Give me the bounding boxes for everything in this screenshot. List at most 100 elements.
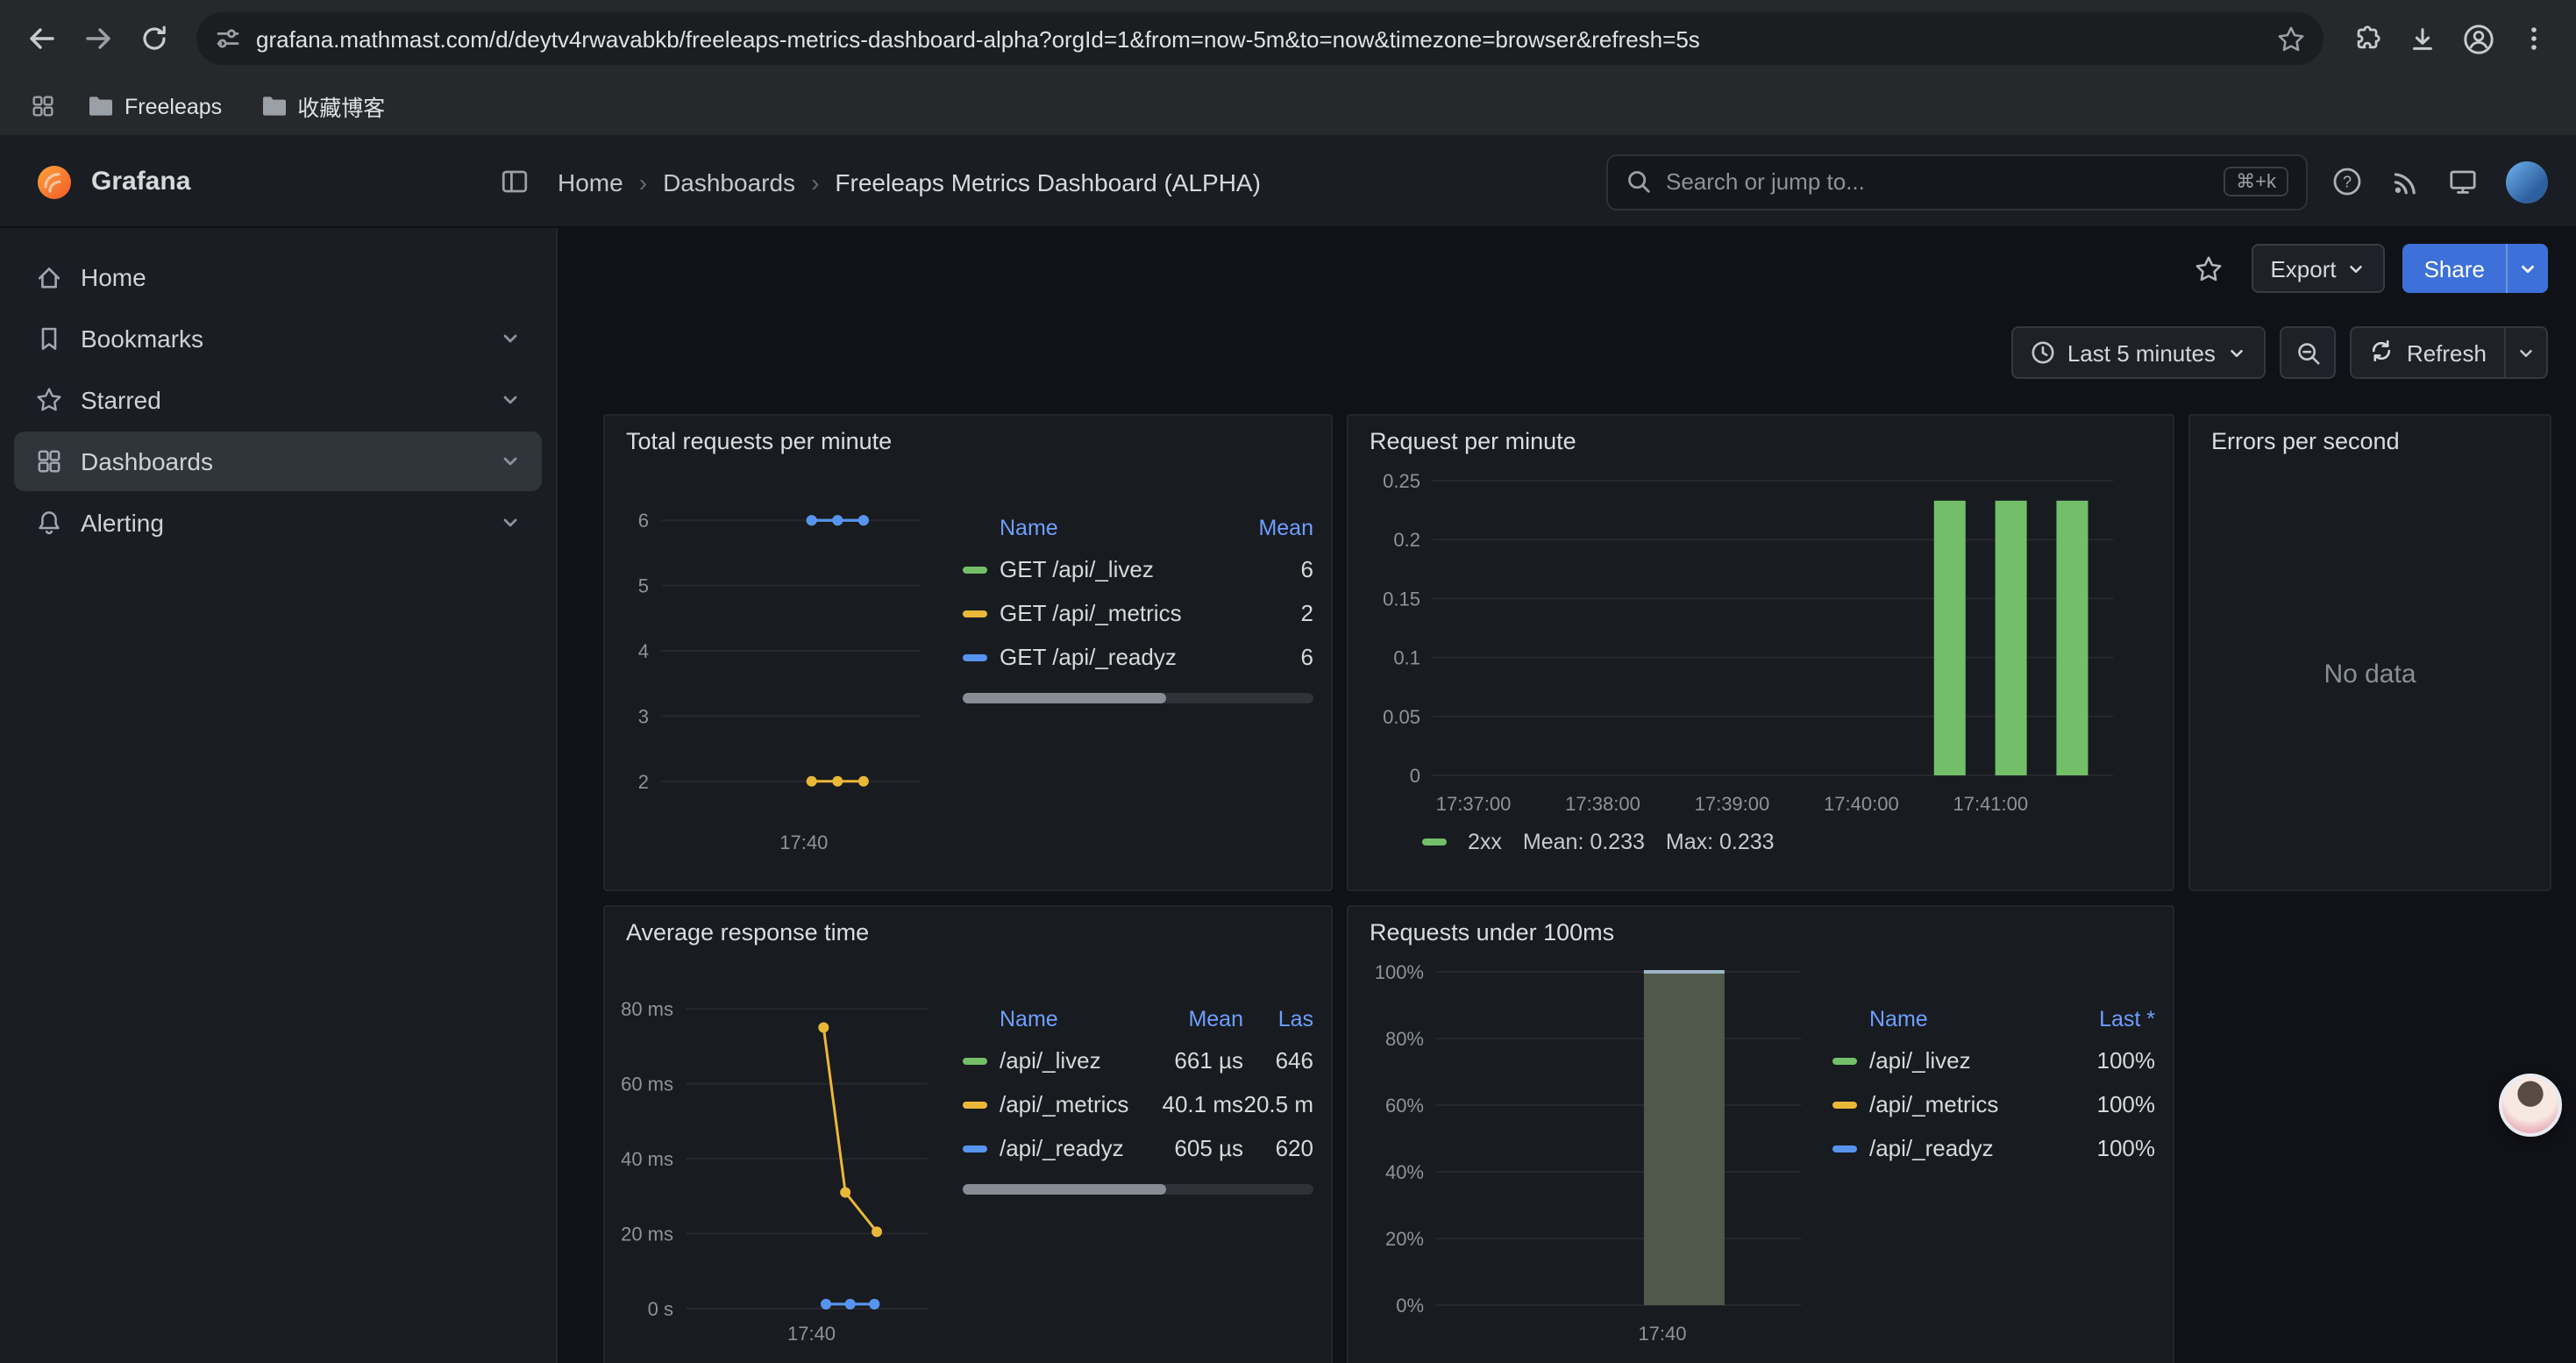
- help-icon[interactable]: ?: [2332, 167, 2362, 196]
- scrollbar-thumb[interactable]: [963, 693, 1166, 703]
- series-name[interactable]: /api/_livez: [1000, 1047, 1135, 1074]
- series-name[interactable]: GET /api/_metrics: [1000, 600, 1236, 626]
- sidebar: Home Bookmarks Starred: [0, 228, 558, 1363]
- series-color-dash: [963, 566, 987, 573]
- sidebar-item-dashboards[interactable]: Dashboards: [14, 432, 542, 491]
- sidebar-item-starred[interactable]: Starred: [14, 370, 542, 430]
- series-name[interactable]: /api/_metrics: [1000, 1091, 1135, 1117]
- download-icon[interactable]: [2397, 14, 2446, 63]
- bookmark-blog-favorites[interactable]: 收藏博客: [246, 84, 399, 128]
- sidebar-item-home[interactable]: Home: [14, 247, 542, 307]
- back-icon[interactable]: [18, 14, 67, 63]
- series-last: 100%: [2057, 1091, 2155, 1117]
- bell-icon: [35, 509, 63, 537]
- grafana-logo[interactable]: [35, 162, 74, 201]
- bookmark-freeleaps[interactable]: Freeleaps: [74, 89, 236, 124]
- favorite-star-icon[interactable]: [2193, 253, 2223, 283]
- legend-scrollbar[interactable]: [963, 693, 1313, 703]
- svg-text:40%: 40%: [1385, 1161, 1424, 1183]
- series-color-dash: [1832, 1057, 1857, 1064]
- legend-header-name[interactable]: Name: [1000, 1007, 1135, 1031]
- display-icon[interactable]: [2448, 167, 2478, 196]
- series-name[interactable]: /api/_metrics: [1869, 1091, 2057, 1117]
- breadcrumb-separator: ›: [627, 168, 659, 196]
- svg-text:3: 3: [638, 705, 649, 727]
- svg-text:60 ms: 60 ms: [621, 1074, 673, 1095]
- sidebar-item-alerting[interactable]: Alerting: [14, 493, 542, 553]
- chevron-down-icon: [2516, 343, 2536, 362]
- search-icon: [1626, 168, 1652, 195]
- svg-text:80 ms: 80 ms: [621, 998, 673, 1020]
- svg-text:0: 0: [1410, 765, 1420, 787]
- panel-title[interactable]: Requests under 100ms: [1348, 907, 2173, 951]
- svg-text:17:40: 17:40: [787, 1323, 836, 1345]
- series-max: Max: 0.233: [1666, 830, 1775, 854]
- sidebar-item-bookmarks[interactable]: Bookmarks: [14, 309, 542, 368]
- svg-text:17:38:00: 17:38:00: [1565, 793, 1640, 815]
- svg-text:60%: 60%: [1385, 1095, 1424, 1117]
- refresh-interval-button[interactable]: [2504, 328, 2546, 377]
- svg-text:100%: 100%: [1375, 961, 1424, 983]
- chevron-down-icon: [500, 451, 521, 472]
- legend-scrollbar[interactable]: [963, 1184, 1313, 1195]
- sidebar-item-label: Dashboards: [81, 447, 482, 475]
- panel-title[interactable]: Errors per second: [2190, 416, 2550, 460]
- series-name[interactable]: GET /api/_livez: [1000, 556, 1236, 582]
- url-bar[interactable]: grafana.mathmast.com/d/deytv4rwavabkb/fr…: [196, 12, 2323, 65]
- panel-title[interactable]: Total requests per minute: [605, 416, 1331, 460]
- legend-header-last[interactable]: Last *: [2057, 1007, 2155, 1031]
- chevron-down-icon: [2228, 343, 2247, 362]
- sidebar-item-label: Alerting: [81, 509, 482, 537]
- profile-icon[interactable]: [2453, 14, 2502, 63]
- site-info-icon[interactable]: [214, 25, 242, 53]
- dashboards-icon: [35, 447, 63, 475]
- series-name[interactable]: 2xx: [1468, 830, 1502, 854]
- legend-header-name[interactable]: Name: [1869, 1007, 2057, 1031]
- menu-dots-icon[interactable]: [2509, 14, 2558, 63]
- user-avatar[interactable]: [2506, 161, 2548, 203]
- zoom-out-button[interactable]: [2281, 326, 2337, 379]
- series-name[interactable]: /api/_livez: [1869, 1047, 2057, 1074]
- export-button[interactable]: Export: [2251, 244, 2385, 293]
- series-mean: 6: [1236, 556, 1313, 582]
- series-name[interactable]: GET /api/_readyz: [1000, 644, 1236, 670]
- bookmark-star-icon[interactable]: [2276, 24, 2306, 54]
- legend-row: /api/_readyz 100%: [1832, 1126, 2155, 1170]
- search-box[interactable]: ⌘+k: [1606, 153, 2308, 210]
- sidebar-toggle-icon[interactable]: [500, 167, 530, 196]
- series-last: 646: [1243, 1047, 1313, 1074]
- scrollbar-thumb[interactable]: [963, 1184, 1166, 1195]
- breadcrumb-home[interactable]: Home: [558, 168, 623, 196]
- legend-header-name[interactable]: Name: [1000, 516, 1236, 540]
- panel-title[interactable]: Average response time: [605, 907, 1331, 951]
- series-mean: Mean: 0.233: [1523, 830, 1645, 854]
- breadcrumb: Home › Dashboards › Freeleaps Metrics Da…: [558, 168, 1606, 196]
- time-range-picker[interactable]: Last 5 minutes: [2011, 326, 2266, 379]
- series-mean: 2: [1236, 600, 1313, 626]
- search-input[interactable]: [1666, 168, 2210, 195]
- panel-title[interactable]: Request per minute: [1348, 416, 2173, 460]
- share-button[interactable]: Share: [2403, 244, 2506, 293]
- legend-header-mean[interactable]: Mean: [1135, 1007, 1243, 1031]
- legend-header-last[interactable]: Las: [1243, 1007, 1313, 1031]
- chevron-down-icon: [500, 512, 521, 533]
- legend-header-mean[interactable]: Mean: [1236, 516, 1313, 540]
- share-options-button[interactable]: [2506, 244, 2548, 293]
- floating-assistant-avatar[interactable]: [2499, 1074, 2562, 1137]
- series-name[interactable]: /api/_readyz: [1000, 1135, 1135, 1161]
- extensions-icon[interactable]: [2341, 14, 2390, 63]
- refresh-label: Refresh: [2407, 339, 2487, 366]
- series-name[interactable]: /api/_readyz: [1869, 1135, 2057, 1161]
- apps-grid-icon[interactable]: [21, 85, 63, 127]
- legend-row: /api/_metrics 40.1 ms 20.5 m: [963, 1082, 1313, 1126]
- forward-icon[interactable]: [74, 14, 123, 63]
- svg-text:17:37:00: 17:37:00: [1436, 793, 1512, 815]
- breadcrumb-dashboards[interactable]: Dashboards: [663, 168, 795, 196]
- reload-icon[interactable]: [130, 14, 179, 63]
- legend-table: Name Mean Las /api/_livez 661 µs 646: [963, 1000, 1313, 1363]
- news-rss-icon[interactable]: [2390, 167, 2420, 196]
- svg-text:17:39:00: 17:39:00: [1695, 793, 1770, 815]
- refresh-button[interactable]: Refresh: [2352, 328, 2504, 377]
- legend-bottom: 2xx Mean: 0.233 Max: 0.233: [1359, 821, 2155, 863]
- star-icon: [35, 386, 63, 414]
